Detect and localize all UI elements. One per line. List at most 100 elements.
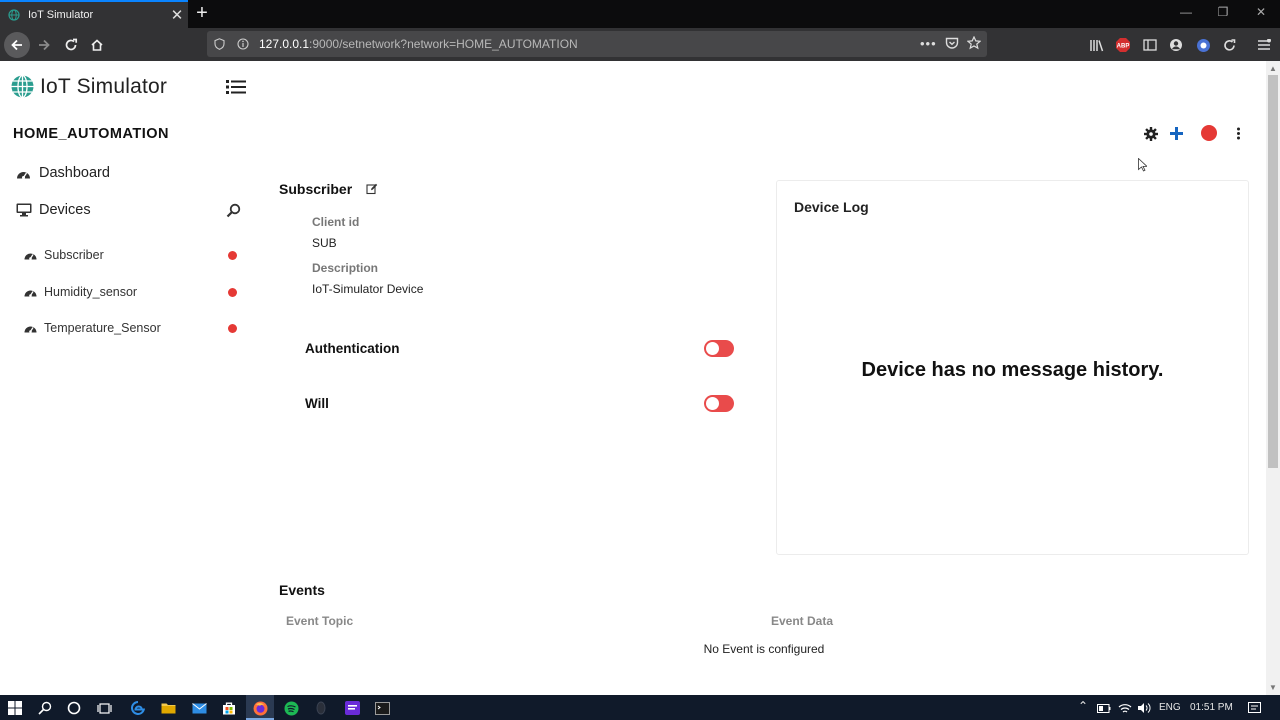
- address-bar[interactable]: 127.0.0.1:9000/setnetwork?network=HOME_A…: [207, 31, 987, 57]
- shield-icon[interactable]: [214, 38, 228, 50]
- device-log-card: Device Log Device has no message history…: [776, 180, 1249, 555]
- more-vertical-icon[interactable]: [1236, 127, 1241, 140]
- events-empty-message: No Event is configured: [703, 642, 825, 656]
- url-host: 127.0.0.1: [259, 37, 310, 51]
- app-logo[interactable]: IoT Simulator: [10, 74, 167, 99]
- forward-icon[interactable]: [31, 32, 57, 58]
- info-icon[interactable]: [237, 38, 251, 50]
- globe-logo-icon: [11, 74, 34, 99]
- edge-icon[interactable]: [130, 700, 146, 716]
- svg-text:ABP: ABP: [1117, 44, 1130, 50]
- dashboard-icon: [24, 290, 37, 297]
- clock[interactable]: 01:51 PM: [1190, 702, 1233, 713]
- connection-status-button[interactable]: [1201, 125, 1217, 141]
- sidebar-item-dashboard[interactable]: Dashboard: [16, 165, 110, 181]
- device-item-subscriber[interactable]: Subscriber: [24, 248, 104, 262]
- window-close-icon[interactable]: ✕: [1251, 5, 1271, 19]
- battery-icon[interactable]: [1096, 700, 1112, 716]
- monitor-icon: [16, 203, 32, 217]
- browser-toolbar: 127.0.0.1:9000/setnetwork?network=HOME_A…: [0, 28, 1280, 61]
- device-item-temperature-sensor[interactable]: Temperature_Sensor: [24, 321, 161, 335]
- mouse-cursor-icon: [1138, 158, 1147, 172]
- event-topic-header: Event Topic: [286, 614, 354, 628]
- app-title: IoT Simulator: [40, 74, 168, 98]
- terminal-icon[interactable]: [374, 700, 390, 716]
- will-toggle[interactable]: [704, 395, 734, 412]
- device-name: Humidity_sensor: [44, 285, 138, 299]
- dashboard-icon: [24, 253, 37, 260]
- page-scrollbar[interactable]: ▲ ▼: [1266, 61, 1280, 695]
- settings-gear-icon[interactable]: [1144, 127, 1158, 141]
- url-path: :9000/setnetwork?network=HOME_AUTOMATION: [309, 37, 578, 51]
- edit-icon[interactable]: [366, 183, 378, 195]
- app-icon[interactable]: [313, 700, 329, 716]
- browser-tab-bar: IoT Simulator ✕ + — ❐ ✕: [0, 0, 1280, 28]
- tray-chevron-icon[interactable]: ⌃: [1078, 699, 1088, 713]
- firefox-icon[interactable]: [252, 700, 268, 716]
- scroll-thumb[interactable]: [1268, 75, 1278, 468]
- search-icon[interactable]: [37, 700, 53, 716]
- home-icon[interactable]: [84, 32, 110, 58]
- browser-tab[interactable]: IoT Simulator ✕: [0, 0, 188, 28]
- browser-menu-icon[interactable]: [1256, 37, 1272, 53]
- wifi-icon[interactable]: [1117, 700, 1133, 716]
- authentication-label: Authentication: [305, 341, 400, 356]
- scroll-down-icon[interactable]: ▼: [1269, 683, 1277, 692]
- dashboard-icon: [24, 326, 37, 333]
- media-app-icon[interactable]: [344, 700, 360, 716]
- pocket-icon[interactable]: [945, 37, 959, 55]
- client-id-value: SUB: [312, 236, 337, 250]
- events-title: Events: [279, 582, 325, 598]
- file-explorer-icon[interactable]: [160, 700, 176, 716]
- volume-icon[interactable]: [1136, 700, 1152, 716]
- description-label: Description: [312, 261, 379, 275]
- tab-title: IoT Simulator: [28, 9, 94, 21]
- minimize-icon[interactable]: —: [1176, 5, 1196, 19]
- sidebar-item-label: Dashboard: [39, 165, 110, 181]
- restore-icon[interactable]: ❐: [1213, 5, 1233, 19]
- extension-icon[interactable]: [1195, 37, 1211, 53]
- reload-icon[interactable]: [58, 32, 84, 58]
- library-icon[interactable]: [1088, 37, 1104, 53]
- authentication-toggle[interactable]: [704, 340, 734, 357]
- windows-start-icon[interactable]: [7, 700, 23, 716]
- bookmark-star-icon[interactable]: [966, 35, 982, 55]
- account-icon[interactable]: [1168, 37, 1184, 53]
- device-log-empty-message: Device has no message history.: [861, 359, 1164, 381]
- status-dot: [228, 288, 237, 297]
- will-label: Will: [305, 396, 329, 411]
- sidebar-item-label: Devices: [39, 202, 91, 218]
- device-item-humidity-sensor[interactable]: Humidity_sensor: [24, 285, 137, 299]
- back-icon[interactable]: [4, 32, 30, 58]
- store-icon[interactable]: [221, 700, 237, 716]
- device-log-title: Device Log: [794, 199, 869, 215]
- search-icon[interactable]: [226, 203, 241, 218]
- add-device-plus-icon[interactable]: [1170, 127, 1183, 140]
- globe-favicon-icon: [8, 9, 20, 21]
- status-dot: [228, 324, 237, 333]
- description-value: IoT-Simulator Device: [312, 282, 424, 296]
- network-name: HOME_AUTOMATION: [13, 126, 169, 142]
- device-name: Subscriber: [44, 248, 104, 262]
- notifications-icon[interactable]: [1246, 700, 1262, 716]
- tab-close-icon[interactable]: ✕: [166, 6, 188, 24]
- event-data-header: Event Data: [771, 614, 834, 628]
- task-view-icon[interactable]: [96, 700, 112, 716]
- client-id-label: Client id: [312, 215, 360, 229]
- language-indicator[interactable]: ENG: [1159, 702, 1181, 713]
- new-tab-icon[interactable]: +: [192, 3, 212, 23]
- adblock-icon[interactable]: ABP: [1115, 37, 1131, 53]
- windows-taskbar: ⌃ ENG 01:51 PM: [0, 695, 1280, 720]
- mail-icon[interactable]: [191, 700, 207, 716]
- page-actions-icon[interactable]: •••: [920, 36, 937, 51]
- dashboard-icon: [16, 166, 32, 180]
- sidebar-item-devices[interactable]: Devices: [16, 202, 91, 218]
- cortana-icon[interactable]: [66, 700, 82, 716]
- spotify-icon[interactable]: [283, 700, 299, 716]
- status-dot: [228, 251, 237, 260]
- sidebar-icon[interactable]: [1142, 37, 1158, 53]
- list-menu-icon[interactable]: [226, 78, 246, 96]
- sync-icon[interactable]: [1221, 37, 1237, 53]
- scroll-up-icon[interactable]: ▲: [1269, 64, 1277, 73]
- device-name: Temperature_Sensor: [44, 321, 161, 335]
